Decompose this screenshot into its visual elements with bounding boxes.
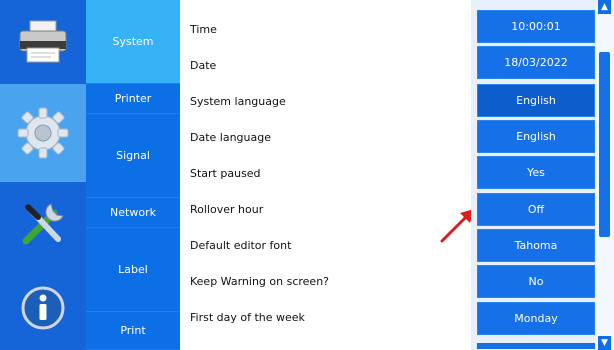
printer-icon[interactable] xyxy=(0,0,86,84)
scroll-up-icon[interactable]: ▲ xyxy=(598,0,611,14)
default-editor-font-value-button[interactable]: Tahoma xyxy=(477,229,595,262)
setting-label-keep-warning: Keep Warning on screen? xyxy=(190,275,330,288)
tab-printer[interactable]: Printer xyxy=(86,84,180,114)
time-value-button[interactable]: 10:00:01 xyxy=(477,10,595,43)
tab-network[interactable]: Network xyxy=(86,198,180,228)
scrollbar-thumb[interactable] xyxy=(599,52,610,237)
info-icon[interactable] xyxy=(0,266,86,350)
module-icon-column xyxy=(0,0,86,350)
setting-label-time: Time xyxy=(190,23,217,36)
setting-label-date-language: Date language xyxy=(190,131,272,144)
tab-print[interactable]: Print xyxy=(86,312,180,350)
setting-label-start-paused: Start paused xyxy=(190,167,261,180)
start-paused-value-button[interactable]: Yes xyxy=(477,156,595,189)
date-language-value-button[interactable]: English xyxy=(477,120,595,153)
setting-label-date: Date xyxy=(190,59,217,72)
tab-label[interactable]: Label xyxy=(86,228,180,312)
setting-label-system-language: System language xyxy=(190,95,286,108)
setting-label-default-editor-font: Default editor font xyxy=(190,239,292,252)
scrollbar[interactable]: ▲ ▼ xyxy=(596,0,614,350)
tab-signal[interactable]: Signal xyxy=(86,114,180,198)
first-day-of-week-value-button[interactable]: Monday xyxy=(477,302,595,335)
rollover-hour-value-button[interactable]: Off xyxy=(477,193,595,226)
tab-system[interactable]: System xyxy=(86,0,180,84)
system-language-value-button[interactable]: English xyxy=(477,84,595,117)
date-value-button[interactable]: 18/03/2022 xyxy=(477,46,595,79)
tools-icon[interactable] xyxy=(0,182,86,266)
next-value-button-partial[interactable] xyxy=(477,343,595,349)
scroll-down-icon[interactable]: ▼ xyxy=(598,336,611,350)
keep-warning-value-button[interactable]: No xyxy=(477,265,595,298)
category-tabs: System Printer Signal Network Label Prin… xyxy=(86,0,180,350)
settings-values: 10:00:01 18/03/2022 English English Yes … xyxy=(471,0,596,350)
setting-label-rollover-hour: Rollover hour xyxy=(190,203,264,216)
settings-labels: Time Date System language Date language … xyxy=(180,0,470,350)
gear-icon[interactable] xyxy=(0,84,86,182)
setting-label-first-day-of-week: First day of the week xyxy=(190,311,305,324)
